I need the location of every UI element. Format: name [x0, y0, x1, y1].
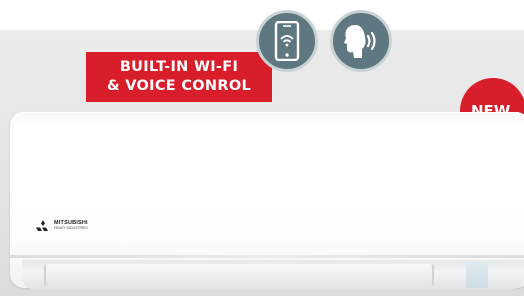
- panel-edge: [10, 255, 524, 258]
- smartphone-wifi-icon: [256, 10, 318, 72]
- display-window: [466, 262, 488, 288]
- brand-logo: MITSUBISHI HEAVY INDUSTRIES: [36, 220, 88, 232]
- wifi-voice-badge: BUILT-IN WI-FI & VOICE CONROL: [86, 52, 272, 102]
- mitsubishi-logo-icon: [36, 220, 48, 231]
- louver-flap: [44, 264, 434, 286]
- badge-line-1: BUILT-IN WI-FI: [119, 59, 239, 75]
- voice-control-icon: [330, 10, 392, 72]
- brand-subtitle: HEAVY INDUSTRIES: [54, 226, 88, 230]
- badge-line-2: & VOICE CONROL: [106, 78, 251, 94]
